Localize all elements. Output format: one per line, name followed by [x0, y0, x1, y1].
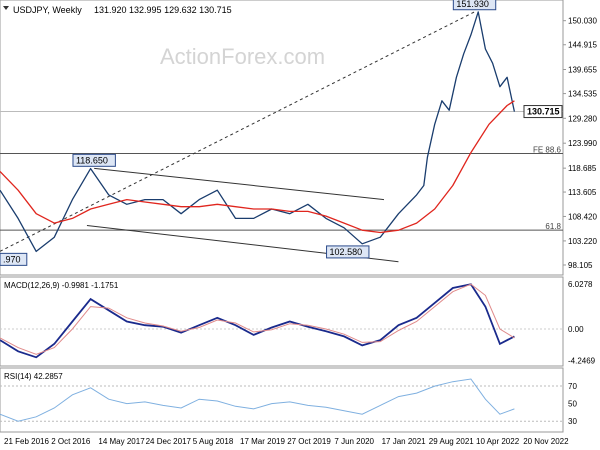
- price-panel: ActionForex.com USDJPY, Weekly 131.920 1…: [0, 0, 597, 276]
- x-tick-label: 7 Jun 2020: [334, 437, 374, 446]
- price-level-badge-label: 102.580: [330, 247, 363, 257]
- x-tick-label: 24 Dec 2017: [146, 437, 192, 446]
- rsi-y-tick-label: 70: [568, 382, 577, 391]
- price-y-tick-label: 134.535: [568, 90, 597, 99]
- macd-panel: MACD(12,26,9) -0.9981 -1.1751 6.0278 0.00…: [0, 276, 596, 367]
- macd-y-tick-label: 6.0278: [568, 280, 593, 289]
- x-tick-label: 2 Oct 2016: [51, 437, 91, 446]
- price-y-tick-label: 129.280: [568, 114, 597, 123]
- x-tick-label: 29 Aug 2021: [429, 437, 474, 446]
- price-y-tick-label: 113.605: [568, 188, 597, 197]
- price-y-tick-label: 123.990: [568, 139, 597, 148]
- rsi-y-tick-label: 30: [568, 417, 577, 426]
- chart-ohlc: 131.920 132.995 129.632 130.715: [94, 5, 232, 15]
- x-tick-label: 5 Aug 2018: [193, 437, 234, 446]
- x-tick-label: 27 Oct 2019: [287, 437, 331, 446]
- price-y-tick-label: 108.420: [568, 212, 597, 221]
- x-tick-label: 21 Feb 2016: [4, 437, 49, 446]
- macd-y-tick-label: -4.2469: [568, 357, 596, 366]
- last-price-badge-label: 130.715: [527, 107, 560, 117]
- x-tick-label: 20 Nov 2022: [523, 437, 569, 446]
- fibonacci-label: FE 88.6: [533, 145, 562, 154]
- macd-title: MACD(12,26,9) -0.9981 -1.1751: [4, 281, 119, 290]
- watermark: ActionForex.com: [160, 44, 325, 69]
- x-tick-label: 10 Apr 2022: [476, 437, 520, 446]
- price-level-badge-label: 151.930: [456, 0, 489, 9]
- price-level-badge-label: 118.650: [76, 155, 108, 165]
- price-level-badge-label: .970: [3, 254, 21, 264]
- price-panel-frame: [0, 0, 564, 276]
- rsi-panel: RSI(14) 42.2857 70 50 30: [0, 367, 577, 433]
- price-y-tick-label: 144.915: [568, 41, 597, 50]
- x-tick-label: 17 Jan 2021: [382, 437, 427, 446]
- price-y-tick-label: 98.105: [568, 261, 593, 270]
- price-y-tick-label: 150.030: [568, 17, 597, 26]
- fibonacci-label: 61.8: [545, 222, 561, 231]
- usdjpy-weekly-chart: ActionForex.com USDJPY, Weekly 131.920 1…: [0, 0, 597, 446]
- price-y-tick-label: 139.655: [568, 65, 597, 74]
- x-tick-label: 17 Mar 2019: [240, 437, 285, 446]
- rsi-panel-frame: [0, 367, 564, 433]
- rsi-y-tick-label: 50: [568, 400, 577, 409]
- price-y-tick-label: 118.685: [568, 164, 597, 173]
- x-tick-label: 14 May 2017: [98, 437, 145, 446]
- chart-symbol: USDJPY, Weekly: [13, 5, 82, 15]
- macd-y-tick-label: 0.00: [568, 325, 584, 334]
- rsi-title: RSI(14) 42.2857: [4, 372, 63, 381]
- price-y-tick-label: 103.220: [568, 237, 597, 246]
